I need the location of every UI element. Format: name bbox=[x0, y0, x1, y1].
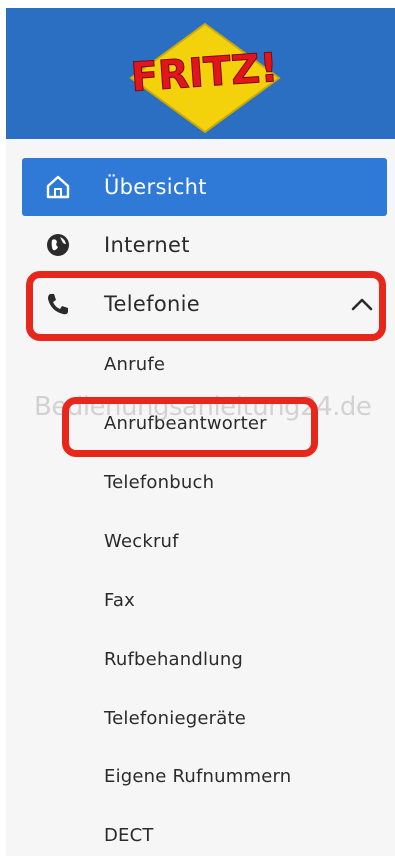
phone-icon bbox=[44, 290, 72, 318]
subnav-item-anrufe[interactable]: Anrufe bbox=[104, 351, 165, 379]
fritz-logo[interactable]: FRITZ! bbox=[123, 20, 288, 135]
globe-icon bbox=[44, 231, 72, 259]
subnav-item-telefonbuch[interactable]: Telefonbuch bbox=[104, 469, 214, 497]
subnav-item-fax[interactable]: Fax bbox=[104, 587, 135, 615]
home-icon bbox=[44, 173, 72, 201]
nav-item-label: Internet bbox=[104, 233, 190, 257]
subnav-item-dect[interactable]: DECT bbox=[104, 822, 154, 850]
nav-item-label: Übersicht bbox=[104, 175, 207, 199]
nav-item-internet[interactable]: Internet bbox=[22, 216, 387, 274]
subnav-item-anrufbeantworter[interactable]: Anrufbeantworter bbox=[104, 410, 267, 438]
subnav-item-telefoniegeraete[interactable]: Telefoniegeräte bbox=[104, 705, 246, 733]
subnav-item-rufbehandlung[interactable]: Rufbehandlung bbox=[104, 646, 243, 674]
nav-item-telefonie[interactable]: Telefonie bbox=[22, 275, 387, 333]
nav-item-label: Telefonie bbox=[104, 292, 200, 316]
chevron-up-icon[interactable] bbox=[349, 291, 375, 317]
subnav-item-weckruf[interactable]: Weckruf bbox=[104, 528, 179, 556]
subnav-item-eigene-rufnummern[interactable]: Eigene Rufnummern bbox=[104, 763, 291, 791]
nav-item-uebersicht[interactable]: Übersicht bbox=[22, 158, 387, 216]
